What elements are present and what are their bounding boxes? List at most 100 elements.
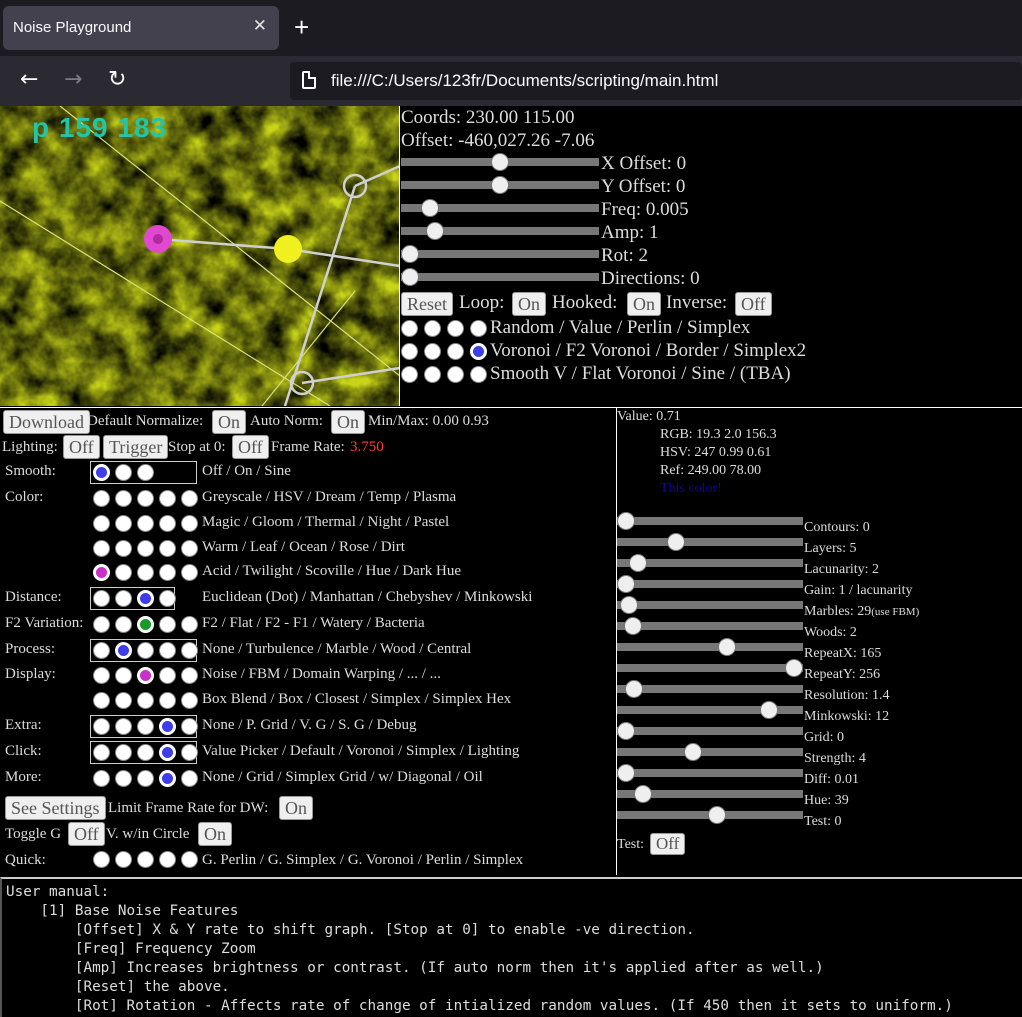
option-radio[interactable] (115, 667, 132, 684)
slider-handle[interactable] (491, 176, 509, 194)
option-radio[interactable] (93, 667, 110, 684)
option-radio[interactable] (181, 642, 198, 659)
slider-handle[interactable] (667, 533, 686, 551)
noise-type-radio[interactable] (424, 366, 441, 383)
option-radio[interactable] (93, 692, 110, 709)
option-radio[interactable] (93, 590, 110, 607)
noise-type-radio[interactable] (470, 366, 487, 383)
option-radio[interactable] (137, 642, 154, 659)
noise-type-radio[interactable] (470, 343, 487, 360)
option-radio[interactable] (181, 718, 198, 735)
forward-arrow-icon[interactable]: → (64, 66, 82, 94)
option-radio[interactable] (115, 692, 132, 709)
option-radio[interactable] (181, 616, 198, 633)
top-slider-2[interactable] (401, 199, 599, 217)
slider-handle[interactable] (625, 680, 644, 698)
param-slider-1[interactable] (617, 533, 803, 551)
back-arrow-icon[interactable]: ← (20, 66, 38, 94)
new-tab-icon[interactable]: + (294, 13, 309, 41)
slider-handle[interactable] (633, 785, 652, 803)
quick-radio[interactable] (137, 851, 154, 868)
param-slider-0[interactable] (617, 512, 803, 530)
loop-toggle[interactable]: On (512, 292, 546, 316)
param-slider-3[interactable] (617, 575, 803, 593)
slider-handle[interactable] (401, 245, 419, 263)
quick-radio[interactable] (93, 851, 110, 868)
noise-type-radio[interactable] (401, 320, 418, 337)
top-slider-4[interactable] (401, 245, 599, 263)
slider-handle[interactable] (620, 596, 639, 614)
option-radio[interactable] (137, 692, 154, 709)
option-radio[interactable] (159, 540, 176, 557)
option-radio[interactable] (93, 464, 110, 481)
slider-handle[interactable] (717, 638, 736, 656)
option-radio[interactable] (93, 564, 110, 581)
option-radio[interactable] (137, 770, 154, 787)
slider-handle[interactable] (628, 554, 647, 572)
option-radio[interactable] (159, 718, 176, 735)
hooked-toggle[interactable]: On (627, 292, 661, 316)
reset-button[interactable]: Reset (401, 292, 453, 316)
option-radio[interactable] (115, 564, 132, 581)
reload-icon[interactable]: ↻ (108, 66, 126, 94)
option-radio[interactable] (115, 616, 132, 633)
top-slider-5[interactable] (401, 268, 599, 286)
quick-radio[interactable] (115, 851, 132, 868)
option-radio[interactable] (159, 490, 176, 507)
close-tab-icon[interactable]: ✕ (253, 16, 267, 36)
param-slider-11[interactable] (617, 743, 803, 761)
option-radio[interactable] (93, 490, 110, 507)
slider-handle[interactable] (617, 764, 635, 782)
option-radio[interactable] (137, 564, 154, 581)
option-radio[interactable] (93, 770, 110, 787)
toggle-g-button[interactable]: Off (68, 822, 105, 846)
browser-tab[interactable]: Noise Playground ✕ (3, 6, 279, 50)
slider-handle[interactable] (707, 806, 726, 824)
address-bar[interactable]: file:///C:/Users/123fr/Documents/scripti… (290, 62, 1022, 100)
noise-canvas[interactable]: p 159 183 (0, 106, 400, 406)
option-radio[interactable] (137, 464, 154, 481)
option-radio[interactable] (115, 590, 132, 607)
download-button[interactable]: Download (3, 410, 90, 434)
option-radio[interactable] (93, 642, 110, 659)
slider-handle[interactable] (623, 617, 642, 635)
option-radio[interactable] (137, 590, 154, 607)
option-radio[interactable] (181, 692, 198, 709)
top-slider-1[interactable] (401, 176, 599, 194)
slider-handle[interactable] (426, 222, 445, 240)
option-radio[interactable] (93, 540, 110, 557)
option-radio[interactable] (159, 642, 176, 659)
option-radio[interactable] (137, 540, 154, 557)
option-radio[interactable] (115, 540, 132, 557)
stop-at-zero-toggle[interactable]: Off (232, 435, 269, 459)
option-radio[interactable] (115, 490, 132, 507)
option-radio[interactable] (115, 718, 132, 735)
option-radio[interactable] (93, 515, 110, 532)
option-radio[interactable] (93, 616, 110, 633)
limit-frame-rate-toggle[interactable]: On (279, 796, 313, 820)
option-radio[interactable] (137, 616, 154, 633)
option-radio[interactable] (181, 490, 198, 507)
param-slider-14[interactable] (617, 806, 803, 824)
option-radio[interactable] (159, 515, 176, 532)
noise-type-radio[interactable] (401, 343, 418, 360)
option-radio[interactable] (181, 667, 198, 684)
slider-handle[interactable] (401, 268, 419, 286)
slider-handle[interactable] (759, 701, 778, 719)
lighting-toggle[interactable]: Off (63, 435, 100, 459)
option-radio[interactable] (93, 744, 110, 761)
option-radio[interactable] (137, 667, 154, 684)
option-radio[interactable] (115, 744, 132, 761)
option-radio[interactable] (159, 692, 176, 709)
noise-type-radio[interactable] (424, 343, 441, 360)
option-radio[interactable] (137, 718, 154, 735)
option-radio[interactable] (159, 770, 176, 787)
noise-type-radio[interactable] (470, 320, 487, 337)
option-radio[interactable] (137, 515, 154, 532)
option-radio[interactable] (181, 515, 198, 532)
slider-handle[interactable] (617, 722, 635, 740)
param-slider-8[interactable] (617, 680, 803, 698)
option-radio[interactable] (159, 667, 176, 684)
param-slider-12[interactable] (617, 764, 803, 782)
param-slider-2[interactable] (617, 554, 803, 572)
